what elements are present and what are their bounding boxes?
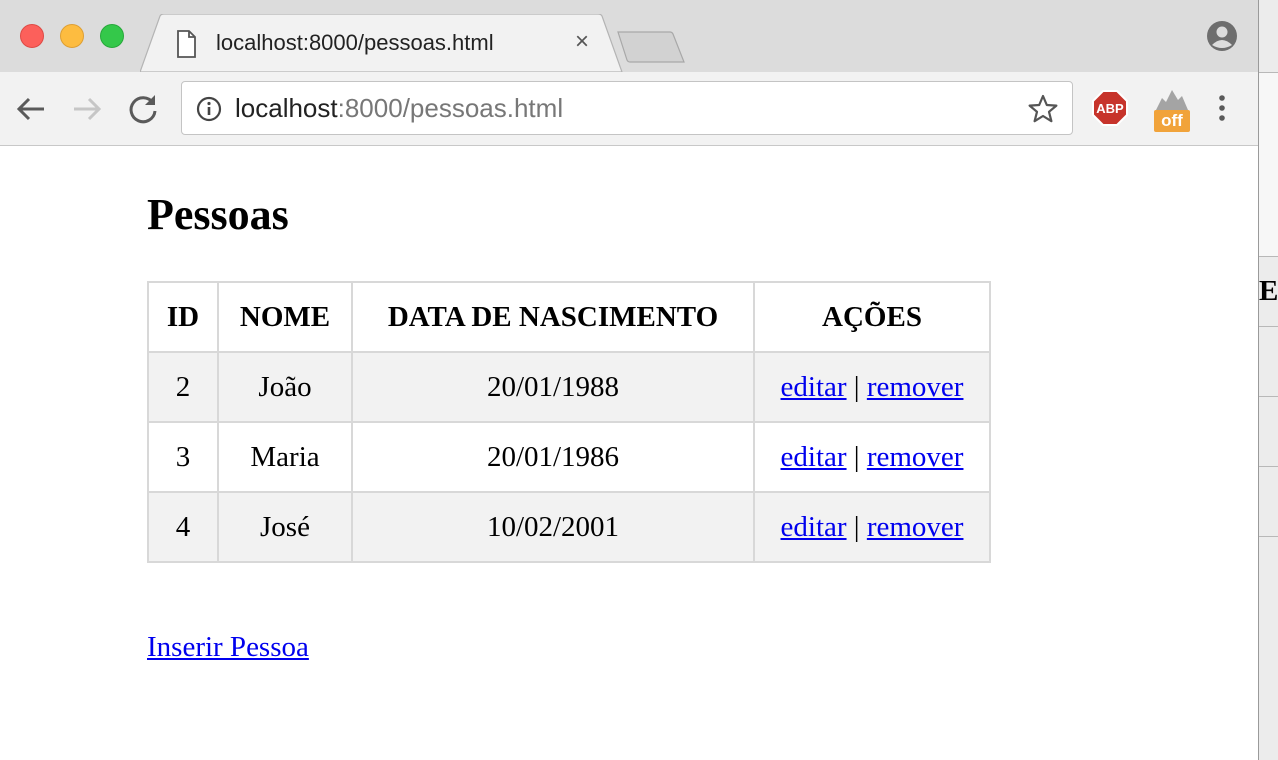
remove-link[interactable]: remover bbox=[867, 511, 964, 543]
cell-nome: José bbox=[217, 491, 353, 563]
header-id: ID bbox=[147, 281, 219, 353]
cell-nome: João bbox=[217, 351, 353, 423]
background-divider bbox=[1259, 396, 1278, 397]
cell-nome: Maria bbox=[217, 421, 353, 493]
address-bar[interactable]: localhost:8000/pessoas.html bbox=[181, 81, 1073, 135]
background-window-panel bbox=[1259, 72, 1278, 256]
action-separator: | bbox=[853, 440, 860, 473]
table-row: 4 José 10/02/2001 editar | remover bbox=[147, 491, 991, 563]
abp-icon[interactable]: ABP bbox=[1092, 90, 1128, 131]
profile-icon[interactable] bbox=[1206, 20, 1238, 52]
back-arrow-icon[interactable] bbox=[14, 92, 48, 126]
table-row: 3 Maria 20/01/1986 editar | remover bbox=[147, 421, 991, 493]
reload-icon[interactable] bbox=[126, 92, 160, 126]
tab-title: localhost:8000/pessoas.html bbox=[216, 30, 494, 55]
cell-id: 3 bbox=[147, 421, 219, 493]
url-text[interactable]: localhost:8000/pessoas.html bbox=[235, 93, 563, 124]
header-nome: NOME bbox=[217, 281, 353, 353]
cell-acoes: editar | remover bbox=[753, 351, 991, 423]
table-header-row: ID NOME DATA DE NASCIMENTO AÇÕES bbox=[147, 281, 991, 353]
cell-acoes: editar | remover bbox=[753, 491, 991, 563]
action-separator: | bbox=[853, 370, 860, 403]
remove-link[interactable]: remover bbox=[867, 371, 964, 403]
window-minimize-button[interactable] bbox=[60, 24, 84, 48]
edit-link[interactable]: editar bbox=[781, 371, 847, 403]
cell-data: 10/02/2001 bbox=[351, 491, 755, 563]
page-title: Pessoas bbox=[147, 190, 289, 239]
background-window-edge: EN bbox=[1258, 0, 1278, 760]
cell-data: 20/01/1988 bbox=[351, 351, 755, 423]
browser-tab-active[interactable]: localhost:8000/pessoas.html × bbox=[140, 14, 628, 74]
cell-id: 4 bbox=[147, 491, 219, 563]
background-divider bbox=[1259, 536, 1278, 537]
tab-close-icon[interactable]: × bbox=[570, 28, 594, 56]
background-divider bbox=[1259, 72, 1278, 73]
background-window-text: EN bbox=[1259, 275, 1278, 307]
off-label: off bbox=[1154, 110, 1190, 132]
forward-arrow-icon[interactable] bbox=[70, 92, 104, 126]
people-table: ID NOME DATA DE NASCIMENTO AÇÕES 2 João … bbox=[147, 281, 991, 563]
star-icon[interactable] bbox=[1028, 94, 1058, 129]
info-icon[interactable] bbox=[196, 96, 222, 127]
page-content: Pessoas ID NOME DATA DE NASCIMENTO AÇÕES… bbox=[0, 147, 1258, 760]
header-acoes: AÇÕES bbox=[753, 281, 991, 353]
url-path: :8000/pessoas.html bbox=[337, 93, 564, 123]
insert-person-link[interactable]: Inserir Pessoa bbox=[147, 631, 309, 664]
background-divider bbox=[1259, 256, 1278, 257]
header-data-nascimento: DATA DE NASCIMENTO bbox=[351, 281, 755, 353]
cell-id: 2 bbox=[147, 351, 219, 423]
background-divider bbox=[1259, 326, 1278, 327]
action-separator: | bbox=[853, 510, 860, 543]
table-row: 2 João 20/01/1988 editar | remover bbox=[147, 351, 991, 423]
remove-link[interactable]: remover bbox=[867, 441, 964, 473]
cell-acoes: editar | remover bbox=[753, 421, 991, 493]
new-tab-button[interactable] bbox=[616, 30, 686, 64]
url-host: localhost bbox=[235, 93, 338, 123]
edit-link[interactable]: editar bbox=[781, 441, 847, 473]
abp-label: ABP bbox=[1096, 101, 1124, 116]
off-extension-button[interactable]: off bbox=[1152, 86, 1192, 132]
browser-toolbar: localhost:8000/pessoas.html ABP off bbox=[0, 72, 1258, 146]
menu-dots-icon[interactable] bbox=[1212, 92, 1232, 126]
edit-link[interactable]: editar bbox=[781, 511, 847, 543]
document-icon bbox=[176, 30, 196, 63]
browser-window: localhost:8000/pessoas.html × localhost:… bbox=[0, 0, 1258, 760]
window-maximize-button[interactable] bbox=[100, 24, 124, 48]
window-close-button[interactable] bbox=[20, 24, 44, 48]
cell-data: 20/01/1986 bbox=[351, 421, 755, 493]
title-bar: localhost:8000/pessoas.html × bbox=[0, 0, 1258, 74]
background-divider bbox=[1259, 466, 1278, 467]
